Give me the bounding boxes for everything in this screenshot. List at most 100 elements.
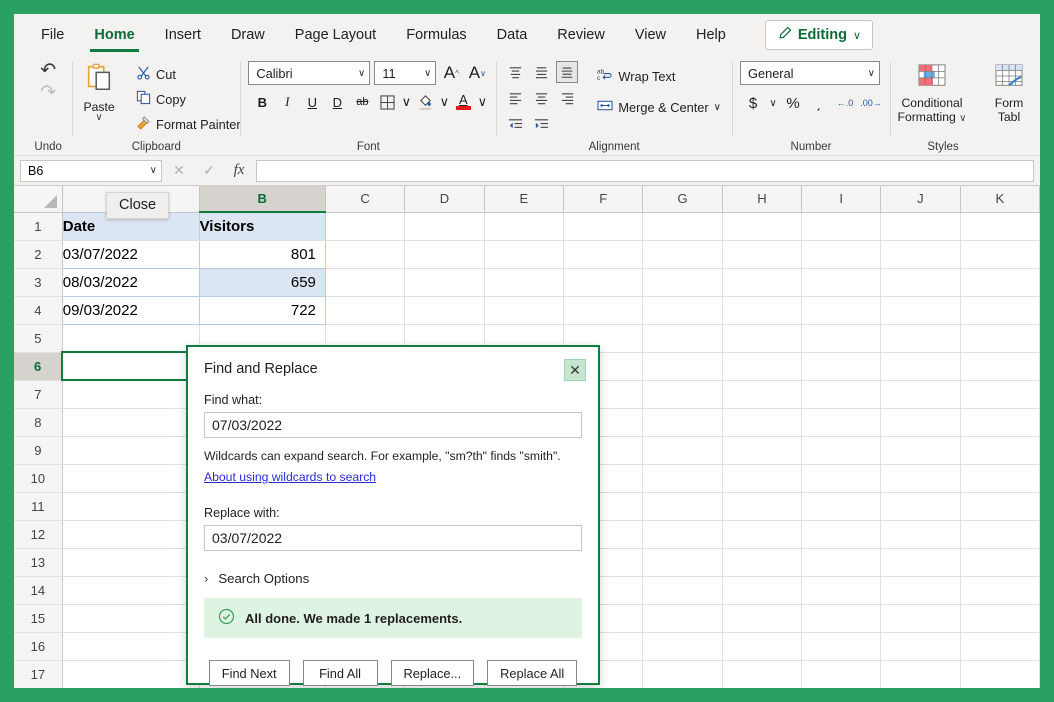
cell-k8[interactable] bbox=[960, 408, 1039, 436]
cell-k5[interactable] bbox=[960, 324, 1039, 352]
cell-j3[interactable] bbox=[881, 268, 960, 296]
format-painter-button[interactable]: Format Painter bbox=[133, 112, 244, 136]
cell-e1[interactable] bbox=[484, 212, 563, 240]
cell-h2[interactable] bbox=[722, 240, 801, 268]
cell-g6[interactable] bbox=[643, 352, 722, 380]
cell-c2[interactable] bbox=[325, 240, 404, 268]
cell-b2[interactable]: 801 bbox=[199, 240, 325, 268]
chevron-down-icon[interactable]: ∨ bbox=[439, 91, 449, 113]
cell-j6[interactable] bbox=[881, 352, 960, 380]
cell-a9[interactable] bbox=[62, 436, 199, 464]
cut-button[interactable]: Cut bbox=[133, 62, 244, 86]
bold-icon[interactable]: B bbox=[251, 91, 273, 113]
cell-i9[interactable] bbox=[802, 436, 881, 464]
cell-h5[interactable] bbox=[722, 324, 801, 352]
formula-input[interactable] bbox=[256, 160, 1034, 182]
cell-k4[interactable] bbox=[960, 296, 1039, 324]
cell-j13[interactable] bbox=[881, 548, 960, 576]
wrap-text-button[interactable]: abc Wrap Text bbox=[594, 64, 724, 88]
column-header-e[interactable]: E bbox=[484, 186, 563, 212]
name-box[interactable]: B6 ∨ bbox=[20, 160, 162, 182]
cell-k10[interactable] bbox=[960, 464, 1039, 492]
percent-icon[interactable]: % bbox=[782, 92, 804, 114]
cell-j14[interactable] bbox=[881, 576, 960, 604]
redo-icon[interactable]: ↷ bbox=[40, 83, 56, 103]
cell-k2[interactable] bbox=[960, 240, 1039, 268]
font-color-icon[interactable]: A bbox=[452, 91, 474, 113]
cell-e3[interactable] bbox=[484, 268, 563, 296]
paste-button[interactable]: Paste ∨ bbox=[69, 61, 129, 122]
cell-h6[interactable] bbox=[722, 352, 801, 380]
cell-j9[interactable] bbox=[881, 436, 960, 464]
cell-i12[interactable] bbox=[802, 520, 881, 548]
cell-e2[interactable] bbox=[484, 240, 563, 268]
cell-a7[interactable] bbox=[62, 380, 199, 408]
increase-font-size-icon[interactable]: A^ bbox=[440, 62, 462, 84]
row-header-15[interactable]: 15 bbox=[14, 604, 62, 632]
row-header-16[interactable]: 16 bbox=[14, 632, 62, 660]
decrease-font-size-icon[interactable]: A∨ bbox=[466, 62, 488, 84]
cell-k17[interactable] bbox=[960, 660, 1039, 688]
font-name-select[interactable]: Calibri ∨ bbox=[248, 61, 370, 85]
tab-draw[interactable]: Draw bbox=[218, 21, 278, 50]
cell-d3[interactable] bbox=[405, 268, 484, 296]
column-header-k[interactable]: K bbox=[960, 186, 1039, 212]
cancel-formula-icon[interactable]: ✕ bbox=[166, 162, 192, 179]
italic-icon[interactable]: I bbox=[276, 91, 298, 113]
row-header-10[interactable]: 10 bbox=[14, 464, 62, 492]
row-header-13[interactable]: 13 bbox=[14, 548, 62, 576]
cell-a4[interactable]: 09/03/2022 bbox=[62, 296, 199, 324]
cell-j7[interactable] bbox=[881, 380, 960, 408]
cell-f3[interactable] bbox=[564, 268, 643, 296]
tab-formulas[interactable]: Formulas bbox=[393, 21, 479, 50]
insert-function-icon[interactable]: fx bbox=[226, 162, 252, 179]
cell-b1[interactable]: Visitors bbox=[199, 212, 325, 240]
cell-f4[interactable] bbox=[564, 296, 643, 324]
cell-d1[interactable] bbox=[405, 212, 484, 240]
chevron-down-icon[interactable]: ∨ bbox=[477, 91, 487, 113]
cell-k12[interactable] bbox=[960, 520, 1039, 548]
cell-g1[interactable] bbox=[643, 212, 722, 240]
find-all-button[interactable]: Find All bbox=[303, 660, 378, 686]
cell-g4[interactable] bbox=[643, 296, 722, 324]
cell-i11[interactable] bbox=[802, 492, 881, 520]
cell-g7[interactable] bbox=[643, 380, 722, 408]
cell-d2[interactable] bbox=[405, 240, 484, 268]
column-header-h[interactable]: H bbox=[722, 186, 801, 212]
cell-h8[interactable] bbox=[722, 408, 801, 436]
cell-i3[interactable] bbox=[802, 268, 881, 296]
replace-all-button[interactable]: Replace All bbox=[487, 660, 577, 686]
align-middle-icon[interactable] bbox=[530, 61, 552, 83]
row-header-4[interactable]: 4 bbox=[14, 296, 62, 324]
cell-h1[interactable] bbox=[722, 212, 801, 240]
cell-j2[interactable] bbox=[881, 240, 960, 268]
row-header-1[interactable]: 1 bbox=[14, 212, 62, 240]
align-right-icon[interactable] bbox=[556, 87, 578, 109]
cell-i5[interactable] bbox=[802, 324, 881, 352]
decrease-decimal-icon[interactable]: ←.0 bbox=[834, 92, 856, 114]
merge-center-button[interactable]: Merge & Center ∨ bbox=[594, 95, 724, 119]
search-options-toggle[interactable]: › Search Options bbox=[204, 571, 582, 586]
cell-h4[interactable] bbox=[722, 296, 801, 324]
double-underline-icon[interactable]: D bbox=[326, 91, 348, 113]
cell-i7[interactable] bbox=[802, 380, 881, 408]
cell-i13[interactable] bbox=[802, 548, 881, 576]
align-bottom-icon[interactable] bbox=[556, 61, 578, 83]
undo-icon[interactable]: ↶ bbox=[40, 61, 56, 81]
cell-h13[interactable] bbox=[722, 548, 801, 576]
cell-a11[interactable] bbox=[62, 492, 199, 520]
currency-icon[interactable]: $ bbox=[742, 92, 764, 114]
chevron-down-icon[interactable]: ∨ bbox=[401, 91, 411, 113]
cell-k11[interactable] bbox=[960, 492, 1039, 520]
tab-data[interactable]: Data bbox=[484, 21, 541, 50]
column-header-i[interactable]: I bbox=[802, 186, 881, 212]
cell-a14[interactable] bbox=[62, 576, 199, 604]
underline-icon[interactable]: U bbox=[301, 91, 323, 113]
row-header-5[interactable]: 5 bbox=[14, 324, 62, 352]
cell-j4[interactable] bbox=[881, 296, 960, 324]
cell-h16[interactable] bbox=[722, 632, 801, 660]
borders-icon[interactable] bbox=[376, 91, 398, 113]
column-header-j[interactable]: J bbox=[881, 186, 960, 212]
cell-i10[interactable] bbox=[802, 464, 881, 492]
row-header-6[interactable]: 6 bbox=[14, 352, 62, 380]
